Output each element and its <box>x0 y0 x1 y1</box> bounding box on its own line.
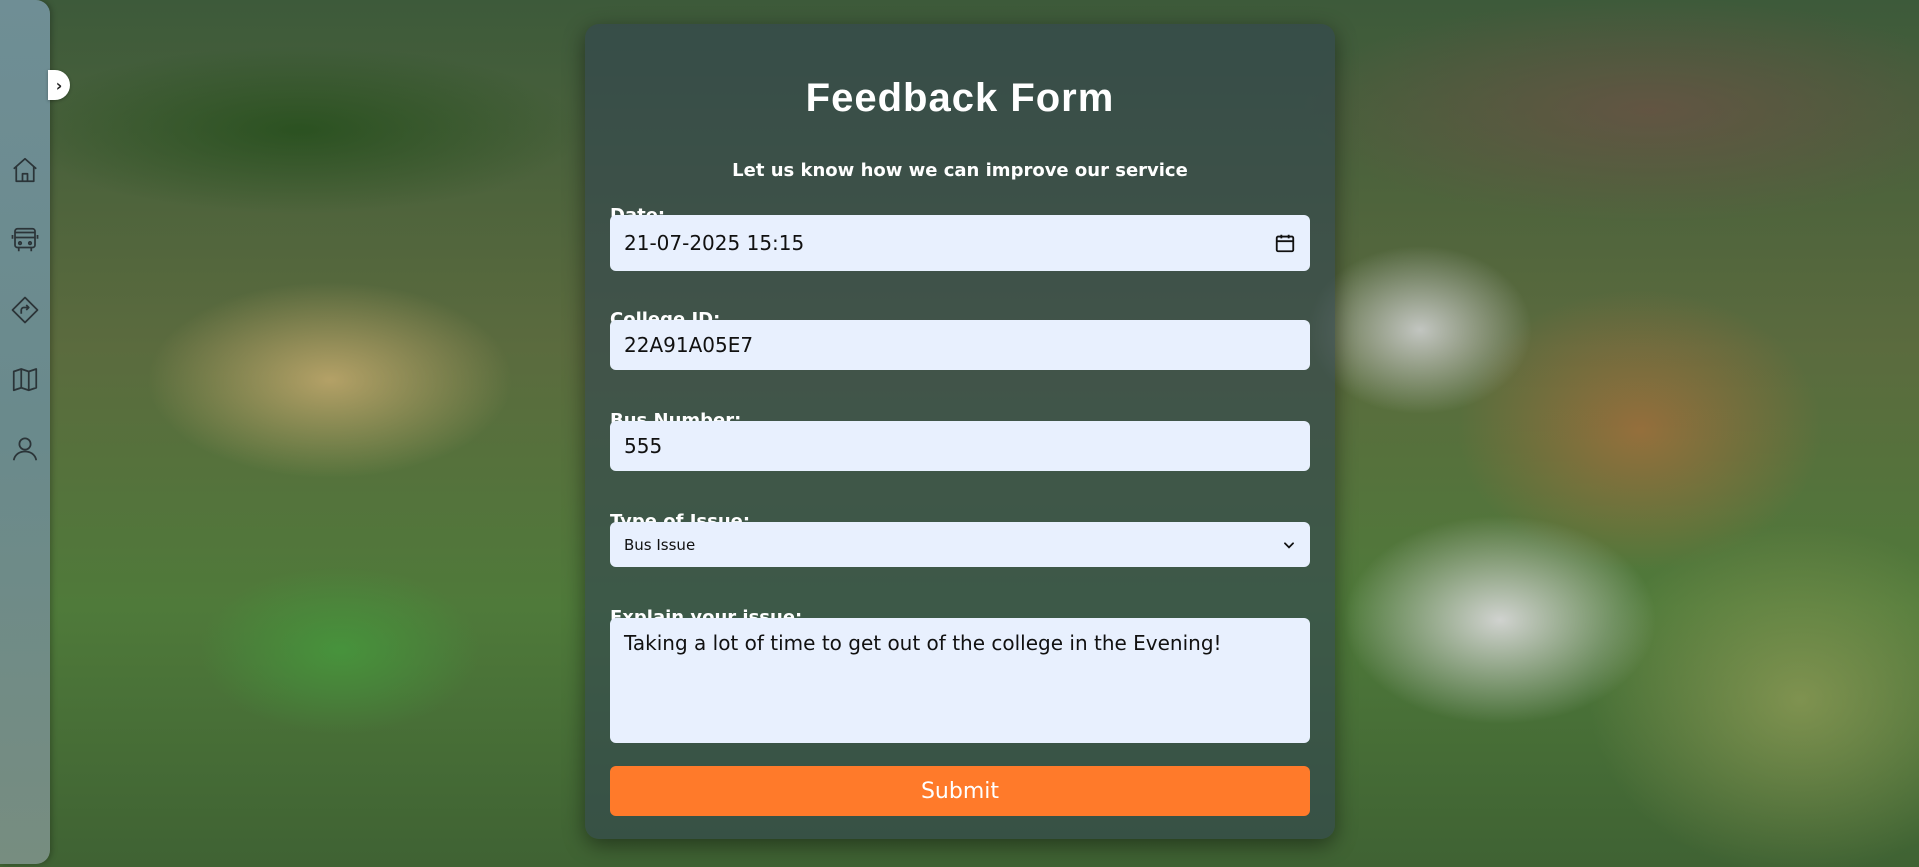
bus-icon[interactable] <box>10 225 40 255</box>
chevron-down-icon <box>1282 538 1296 552</box>
map-icon[interactable] <box>10 364 40 394</box>
user-icon[interactable] <box>10 434 40 464</box>
calendar-icon[interactable] <box>1274 232 1296 254</box>
date-value: 21-07-2025 15:15 <box>624 231 805 255</box>
college-id-input[interactable]: 22A91A05E7 <box>610 320 1310 370</box>
bus-number-input[interactable]: 555 <box>610 421 1310 471</box>
page-subtitle: Let us know how we can improve our servi… <box>732 160 1188 181</box>
issue-type-selected: Bus Issue <box>624 535 696 554</box>
submit-button[interactable]: Submit <box>610 766 1310 816</box>
sidebar-toggle[interactable]: › <box>48 70 70 100</box>
date-input[interactable]: 21-07-2025 15:15 <box>610 215 1310 271</box>
issue-text-value: Taking a lot of time to get out of the c… <box>624 631 1222 655</box>
sidebar <box>0 0 50 864</box>
chevron-right-icon: › <box>55 75 63 95</box>
college-id-value: 22A91A05E7 <box>624 333 754 357</box>
feedback-form: Feedback Form Let us know how we can imp… <box>585 24 1335 839</box>
page-title: Feedback Form <box>805 76 1115 120</box>
home-icon[interactable] <box>10 155 40 185</box>
route-icon[interactable] <box>10 295 40 325</box>
issue-type-select[interactable]: Bus Issue <box>610 522 1310 567</box>
issue-textarea[interactable]: Taking a lot of time to get out of the c… <box>610 618 1310 743</box>
bus-number-value: 555 <box>624 434 663 458</box>
